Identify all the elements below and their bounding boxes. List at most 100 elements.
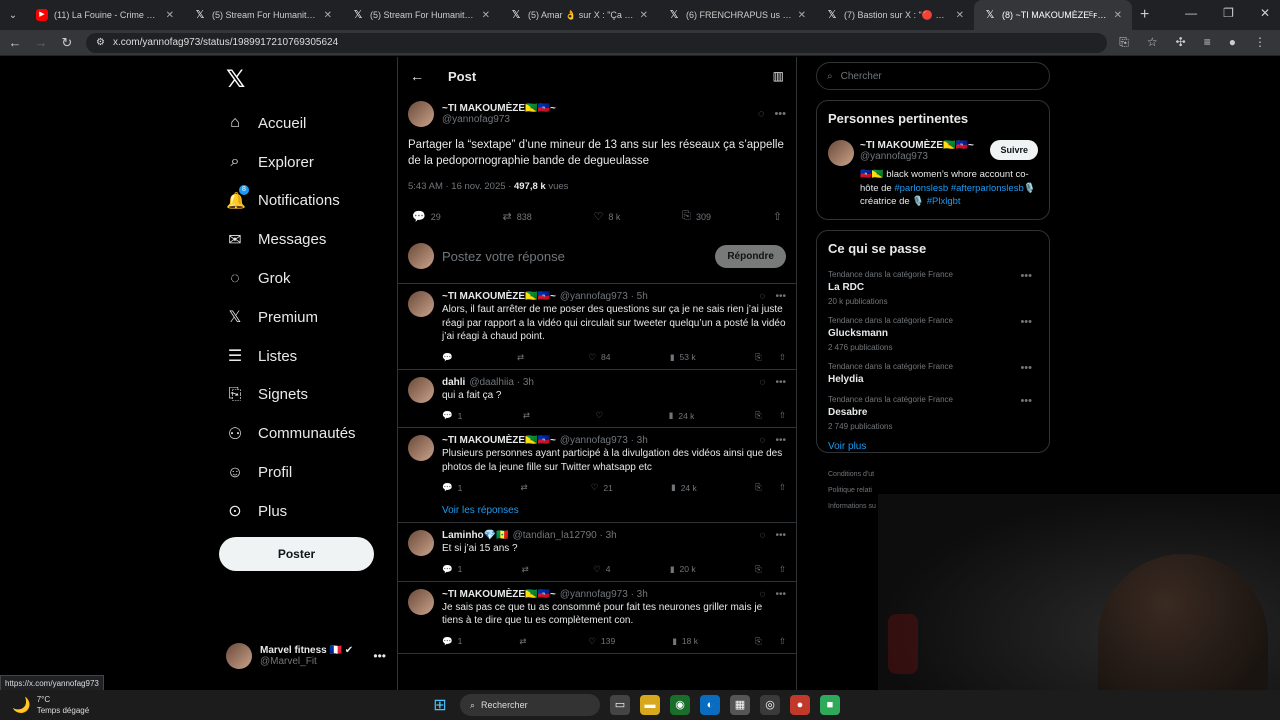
- retweet-button[interactable]: ⇄: [519, 636, 531, 647]
- browser-tab[interactable]: 𝕏 (6) FRENCHRAPUS us sur X : " ✕: [658, 0, 816, 30]
- more-icon[interactable]: •••: [1020, 270, 1032, 282]
- search-input[interactable]: ⌕ Chercher: [816, 62, 1050, 90]
- extensions-icon[interactable]: ✣: [1176, 35, 1186, 50]
- avatar[interactable]: [408, 588, 434, 615]
- share-button[interactable]: ⇧: [773, 210, 782, 223]
- avatar[interactable]: [408, 530, 434, 556]
- hashtag-link[interactable]: #Plxlgbt: [927, 196, 961, 207]
- retweet-button[interactable]: ⇄: [520, 482, 532, 493]
- like-button[interactable]: ♡ 21: [591, 482, 613, 493]
- close-window-button[interactable]: ✕: [1260, 6, 1270, 20]
- retweet-button[interactable]: ⇄ 838: [502, 210, 531, 223]
- nav-item-messages[interactable]: ✉ Messages: [218, 220, 388, 259]
- more-icon[interactable]: •••: [1020, 395, 1032, 407]
- reply-tweet[interactable]: ~TI MAKOUMÈZE🇬🇫🇭🇹~ @yannofag973 · 5h ◌ ••…: [398, 284, 796, 370]
- new-tab-button[interactable]: +: [1140, 6, 1149, 24]
- person-handle[interactable]: @yannofag973: [860, 151, 974, 162]
- see-replies-link[interactable]: Voir les réponses: [442, 505, 786, 516]
- reload-icon[interactable]: ↻: [60, 35, 74, 51]
- more-icon[interactable]: •••: [775, 377, 786, 388]
- reply-button[interactable]: 💬 1: [442, 482, 462, 493]
- like-button[interactable]: ♡ 84: [588, 352, 610, 363]
- views-button[interactable]: ▮ 53 k: [670, 352, 696, 363]
- windows-start-icon[interactable]: ⊞: [430, 695, 450, 715]
- bookmark-icon[interactable]: ⎘: [755, 352, 762, 363]
- bookmark-icon[interactable]: ⎘: [755, 482, 762, 493]
- maximize-button[interactable]: ❐: [1223, 6, 1234, 20]
- store-icon[interactable]: ▦: [730, 695, 750, 715]
- reply-tweet[interactable]: Laminho💎🇸🇳 @tandian_la12790 · 3h ◌ ••• Et…: [398, 523, 796, 582]
- grok-icon[interactable]: ◌: [760, 589, 766, 600]
- retweet-button[interactable]: ⇄: [523, 410, 535, 421]
- close-tab-icon[interactable]: ✕: [640, 10, 648, 21]
- close-tab-icon[interactable]: ✕: [798, 10, 806, 21]
- back-icon[interactable]: ←: [8, 35, 22, 50]
- site-info-icon[interactable]: ⚙: [96, 37, 105, 48]
- close-tab-icon[interactable]: ✕: [1114, 10, 1122, 21]
- minimize-button[interactable]: —: [1185, 6, 1197, 20]
- nav-item-more[interactable]: ⊙ Plus: [218, 492, 388, 531]
- firefox-icon[interactable]: ●: [790, 695, 810, 715]
- bookmark-star-icon[interactable]: ☆: [1147, 35, 1158, 50]
- author-name[interactable]: ~TI MAKOUMÈZE🇬🇫🇭🇹~: [442, 103, 556, 114]
- nav-item-home[interactable]: ⌂ Accueil: [218, 104, 388, 143]
- browser-tab[interactable]: 𝕏 (5) Amar 👌 sur X : "Ça fait de ✕: [500, 0, 658, 30]
- close-tab-icon[interactable]: ✕: [324, 10, 332, 21]
- reply-tweet[interactable]: dahli @daalhiia · 3h ◌ ••• qui a fait ça …: [398, 370, 796, 428]
- share-icon[interactable]: ⇧: [779, 636, 786, 647]
- taskbar-search[interactable]: ⌕ Rechercher: [460, 694, 600, 716]
- author-handle[interactable]: @yannofag973 · 3h: [560, 589, 648, 600]
- forward-icon[interactable]: →: [34, 35, 48, 50]
- author-name[interactable]: Laminho💎🇸🇳: [442, 530, 509, 541]
- avatar[interactable]: [408, 291, 434, 317]
- share-icon[interactable]: ⇧: [779, 410, 786, 421]
- like-button[interactable]: ♡ 8 k: [594, 210, 621, 223]
- trend-item[interactable]: Tendance dans la catégorie France La RDC…: [828, 270, 1038, 306]
- share-icon[interactable]: ⇧: [779, 352, 786, 363]
- avatar[interactable]: [408, 101, 434, 127]
- more-icon[interactable]: •••: [775, 589, 786, 600]
- nav-item-notifications[interactable]: 🔔 8 Notifications: [218, 182, 388, 221]
- grok-icon[interactable]: ◌: [758, 108, 765, 120]
- tweet-time[interactable]: 5:43 AM · 16 nov. 2025 ·: [408, 181, 514, 192]
- bookmark-icon[interactable]: ⎘: [755, 636, 762, 647]
- weather-widget[interactable]: 🌙 7°C Temps dégagé: [0, 694, 430, 716]
- install-app-icon[interactable]: ⎘: [1119, 35, 1129, 50]
- avatar[interactable]: [408, 435, 434, 461]
- post-button[interactable]: Poster: [219, 537, 374, 571]
- hashtag-link[interactable]: #afterparlonslesb: [951, 183, 1024, 194]
- close-tab-icon[interactable]: ✕: [956, 10, 964, 21]
- nav-item-bookmarks[interactable]: ⎘ Signets: [218, 376, 388, 415]
- author-name[interactable]: ~TI MAKOUMÈZE🇬🇫🇭🇹~: [442, 291, 556, 302]
- author-handle[interactable]: @yannofag973: [442, 114, 556, 125]
- tab-search-button[interactable]: ⌄: [0, 10, 26, 21]
- app-icon[interactable]: ■: [820, 695, 840, 715]
- more-icon[interactable]: •••: [775, 435, 786, 446]
- grok-icon[interactable]: ◌: [760, 435, 766, 446]
- back-arrow-icon[interactable]: ←: [410, 68, 424, 84]
- account-switcher[interactable]: Marvel fitness 🇫🇷 ✔ @Marvel_Fit •••: [226, 643, 386, 669]
- file-explorer-icon[interactable]: ▬: [640, 695, 660, 715]
- browser-tab[interactable]: 𝕏 (7) Bastion sur X : "🔴 FR FLASH ✕: [816, 0, 974, 30]
- browser-menu-icon[interactable]: ⋮: [1254, 35, 1266, 50]
- task-view-icon[interactable]: ▭: [610, 695, 630, 715]
- grok-icon[interactable]: ◌: [760, 291, 766, 302]
- hashtag-link[interactable]: #parlonslesb: [894, 183, 948, 194]
- author-handle[interactable]: @yannofag973 · 3h: [560, 435, 648, 446]
- follow-button[interactable]: Suivre: [990, 140, 1038, 160]
- like-button[interactable]: ♡ 139: [588, 636, 615, 647]
- grok-icon[interactable]: ◌: [760, 530, 766, 541]
- reply-button[interactable]: 💬: [442, 352, 458, 363]
- bookmark-button[interactable]: ⎘ 309: [682, 210, 711, 223]
- more-icon[interactable]: •••: [1020, 362, 1032, 374]
- browser-tab[interactable]: ▶ (11) La Fouine - Crime Session ✕: [26, 0, 184, 30]
- author-handle[interactable]: @yannofag973 · 5h: [560, 291, 648, 302]
- views-button[interactable]: ▮ 24 k: [669, 410, 695, 421]
- chrome-icon[interactable]: ◎: [760, 695, 780, 715]
- grok-icon[interactable]: ◌: [760, 377, 766, 388]
- person-name[interactable]: ~TI MAKOUMÈZE🇬🇫🇭🇹~: [860, 140, 974, 151]
- retweet-button[interactable]: ⇄: [522, 564, 534, 575]
- footer-link[interactable]: Conditions d'ut: [828, 467, 1050, 483]
- url-input[interactable]: ⚙ x.com/yannofag973/status/1989917210769…: [86, 32, 1108, 53]
- nvidia-icon[interactable]: ◉: [670, 695, 690, 715]
